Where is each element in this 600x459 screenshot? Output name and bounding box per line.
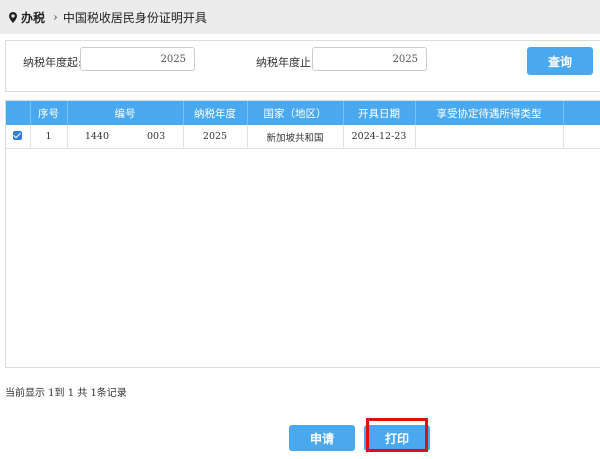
column-header-country: 国家（地区）	[247, 101, 344, 125]
query-button[interactable]: 查询	[527, 47, 593, 75]
column-header-extra: 享	[563, 101, 600, 125]
column-header-income-type: 享受协定待遇所得类型	[415, 101, 564, 125]
row-tax-year: 2025	[183, 125, 248, 149]
row-checkbox[interactable]	[13, 130, 23, 140]
row-issue-date: 2024-12-23	[343, 125, 416, 149]
row-number-suffix: 003	[147, 131, 166, 142]
start-year-label: 纳税年度起:	[23, 56, 82, 69]
record-count-status: 当前显示 1到 1 共 1条记录	[5, 388, 127, 399]
column-header-tax-year: 纳税年度	[183, 101, 248, 125]
row-extra	[563, 125, 600, 149]
breadcrumb-separator: ›	[53, 10, 58, 24]
redaction-mask	[109, 131, 148, 142]
breadcrumb-current: 中国税收居民身份证明开具	[62, 10, 207, 25]
table-row[interactable]: 1 1440 003 2025 新加坡共和国 2024-12-23	[6, 125, 600, 149]
row-select-cell[interactable]	[6, 125, 31, 149]
row-country: 新加坡共和国	[247, 125, 344, 149]
print-button-highlight	[366, 418, 428, 452]
column-header-index: 序号	[30, 101, 68, 125]
column-header-select	[6, 101, 31, 125]
breadcrumb-root[interactable]: 办税	[21, 9, 45, 26]
results-table: 序号 编号 纳税年度 国家（地区） 开具日期 享受协定待遇所得类型 享 1 14…	[5, 100, 600, 368]
row-number-prefix: 1440	[84, 131, 110, 142]
search-panel: 纳税年度起: 纳税年度止: 查询	[5, 40, 600, 92]
column-header-issue-date: 开具日期	[343, 101, 416, 125]
row-number: 1440 003	[67, 125, 184, 149]
start-year-input[interactable]	[80, 47, 195, 71]
end-year-input[interactable]	[312, 47, 427, 71]
breadcrumb: 办税 › 中国税收居民身份证明开具	[0, 0, 600, 34]
apply-button[interactable]: 申请	[289, 425, 355, 451]
table-header-row: 序号 编号 纳税年度 国家（地区） 开具日期 享受协定待遇所得类型 享	[6, 101, 600, 125]
row-income-type	[415, 125, 564, 149]
column-header-number: 编号	[67, 101, 184, 125]
location-pin-icon	[9, 11, 17, 23]
row-index: 1	[30, 125, 68, 149]
end-year-label: 纳税年度止:	[256, 56, 315, 69]
